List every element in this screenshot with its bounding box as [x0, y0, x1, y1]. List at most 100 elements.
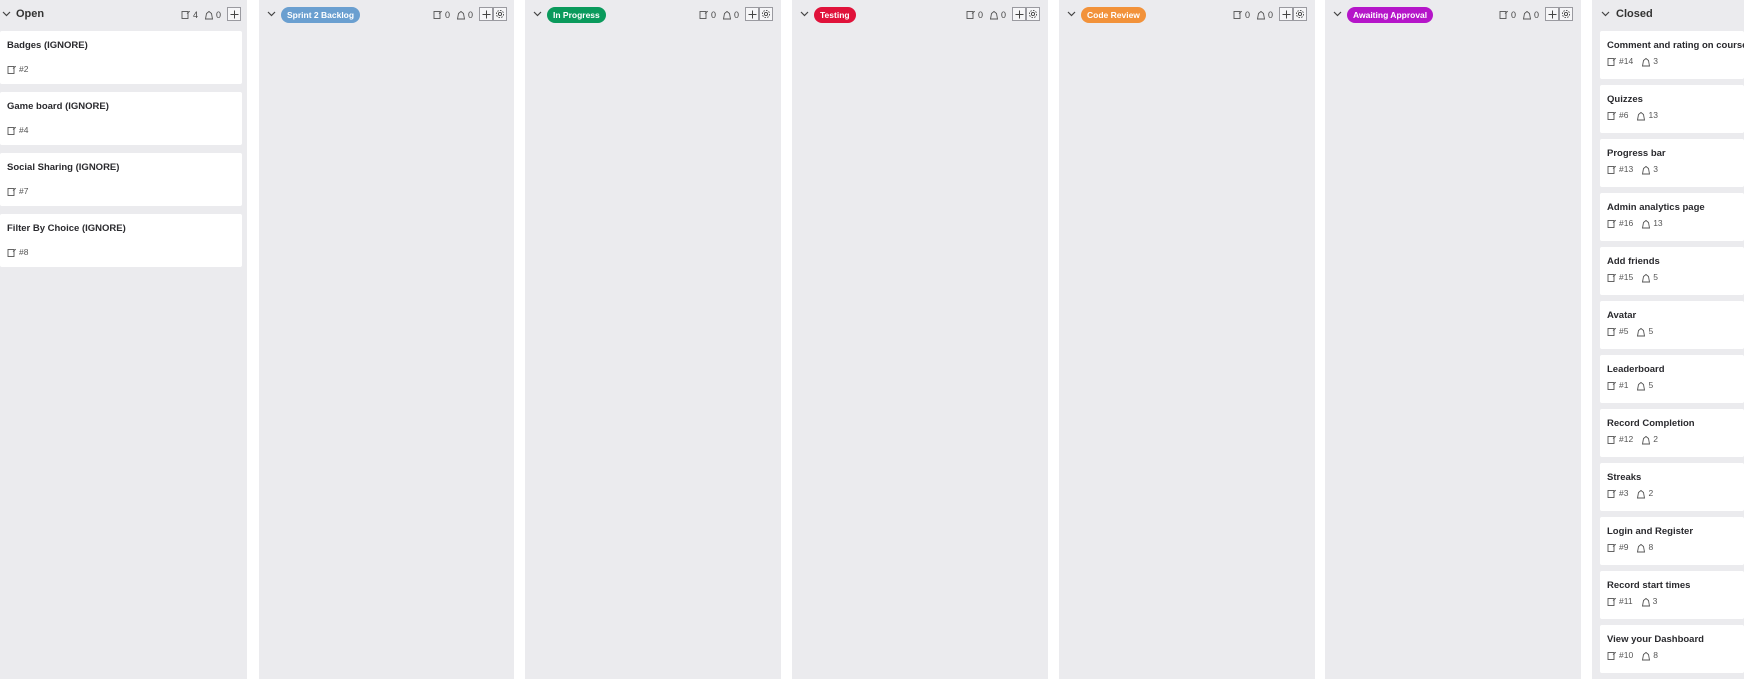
column-testing: Testing 0 0: [792, 0, 1048, 679]
chevron-down-icon[interactable]: [266, 8, 277, 19]
gear-icon[interactable]: [1026, 7, 1040, 21]
gear-icon[interactable]: [493, 7, 507, 21]
column-header: Code Review 0 0: [1059, 0, 1315, 30]
issue-number: #9: [1619, 542, 1629, 552]
column-label-pill: Code Review: [1081, 7, 1146, 23]
issue-card[interactable]: Avatar #5 5: [1600, 301, 1744, 349]
issue-title[interactable]: Quizzes: [1607, 94, 1643, 105]
merge-request-icon: [989, 10, 999, 20]
issue-title[interactable]: Social Sharing (IGNORE): [7, 162, 119, 173]
issue-icon: [966, 10, 976, 20]
issue-title[interactable]: Avatar: [1607, 310, 1636, 321]
issue-card[interactable]: Login and Register #9 8: [1600, 517, 1744, 565]
chevron-down-icon[interactable]: [799, 8, 810, 19]
issue-card[interactable]: Comment and rating on course #14 3: [1600, 31, 1744, 79]
gear-icon[interactable]: [1293, 7, 1307, 21]
issue-title[interactable]: View your Dashboard: [1607, 634, 1704, 645]
issue-card[interactable]: Admin analytics page #16 13: [1600, 193, 1744, 241]
issue-card[interactable]: Filter By Choice (IGNORE) #8: [0, 214, 242, 267]
issue-card[interactable]: Badges (IGNORE) #2: [0, 31, 242, 84]
weight-icon: [1641, 57, 1651, 67]
issue-title[interactable]: Leaderboard: [1607, 364, 1665, 375]
issue-weight: 13: [1648, 110, 1658, 120]
issue-title[interactable]: Comment and rating on course: [1607, 40, 1744, 51]
issue-title[interactable]: Add friends: [1607, 256, 1660, 267]
issue-card[interactable]: View your Dashboard #10 8: [1600, 625, 1744, 673]
issue-card[interactable]: Quizzes #6 13: [1600, 85, 1744, 133]
issue-card[interactable]: Record Completion #12 2: [1600, 409, 1744, 457]
add-card-button[interactable]: [1545, 7, 1559, 21]
issue-title[interactable]: Login and Register: [1607, 526, 1693, 537]
issue-title[interactable]: Admin analytics page: [1607, 202, 1705, 213]
issue-meta: #9 8: [1607, 542, 1653, 553]
issue-meta: #16 13: [1607, 218, 1663, 229]
add-card-button[interactable]: [1012, 7, 1026, 21]
add-card-button[interactable]: [227, 7, 241, 21]
column-label-pill: Sprint 2 Backlog: [281, 7, 361, 23]
issues-count: 0: [978, 10, 984, 20]
issue-title[interactable]: Game board (IGNORE): [7, 101, 109, 112]
gear-icon[interactable]: [1559, 7, 1573, 21]
add-card-button[interactable]: [479, 7, 493, 21]
issue-card[interactable]: Social Sharing (IGNORE) #7: [0, 153, 242, 206]
chevron-down-icon[interactable]: [1, 8, 12, 19]
chevron-down-icon[interactable]: [1332, 8, 1343, 19]
column-label-pill: Testing: [814, 7, 856, 23]
issue-number: #2: [19, 64, 29, 74]
weight-icon: [1636, 111, 1646, 121]
issue-number: #1: [1619, 380, 1629, 390]
issues-count: 0: [711, 10, 717, 20]
issue-icon: [699, 10, 709, 20]
chevron-down-icon[interactable]: [1600, 8, 1611, 19]
issue-number: #10: [1619, 650, 1634, 660]
issue-title[interactable]: Streaks: [1607, 472, 1641, 483]
column-counts: 0 0: [699, 9, 745, 21]
chevron-down-icon[interactable]: [532, 8, 543, 19]
weight-icon: [1641, 165, 1651, 175]
issue-icon: [7, 65, 17, 75]
issue-weight: 3: [1653, 56, 1658, 66]
column-awaiting-approval: Awaiting Approval 0 0: [1325, 0, 1581, 679]
chevron-down-icon[interactable]: [1066, 8, 1077, 19]
issue-title[interactable]: Progress bar: [1607, 148, 1666, 159]
issue-icon: [1607, 543, 1617, 553]
issue-title[interactable]: Badges (IGNORE): [7, 40, 88, 51]
pr-count: 0: [468, 10, 474, 20]
issue-icon: [7, 187, 17, 197]
issue-icon: [7, 248, 17, 258]
weight-icon: [1641, 651, 1651, 661]
column-header: Sprint 2 Backlog 0 0: [259, 0, 514, 30]
column-sprint2-backlog: Sprint 2 Backlog 0 0: [259, 0, 514, 679]
issue-card[interactable]: Game board (IGNORE) #4: [0, 92, 242, 145]
column-label-pill: In Progress: [547, 7, 606, 23]
issue-icon: [1233, 10, 1243, 20]
issue-card[interactable]: Progress bar #13 3: [1600, 139, 1744, 187]
issue-title[interactable]: Filter By Choice (IGNORE): [7, 223, 126, 234]
issue-card[interactable]: Record start times #11 3: [1600, 571, 1744, 619]
weight-icon: [1636, 543, 1646, 553]
column-header: Open 4 0: [0, 0, 247, 30]
weight-icon: [1636, 327, 1646, 337]
pr-count: 0: [734, 10, 740, 20]
pr-count: 0: [1534, 10, 1540, 20]
issue-number: #3: [1619, 488, 1629, 498]
weight-icon: [1636, 489, 1646, 499]
column-counts: 0 0: [1499, 9, 1545, 21]
issue-icon: [7, 126, 17, 136]
issue-weight: 13: [1653, 218, 1663, 228]
issue-title[interactable]: Record Completion: [1607, 418, 1695, 429]
weight-icon: [1641, 273, 1651, 283]
add-card-button[interactable]: [745, 7, 759, 21]
issue-title[interactable]: Record start times: [1607, 580, 1690, 591]
issue-card[interactable]: Leaderboard #1 5: [1600, 355, 1744, 403]
board: Open 4 0 Sprint 2 Backlog 0 0 In Progres…: [0, 0, 1744, 679]
issue-icon: [1607, 165, 1617, 175]
add-card-button[interactable]: [1279, 7, 1293, 21]
issue-card[interactable]: Streaks #3 2: [1600, 463, 1744, 511]
issue-meta: #8: [7, 247, 28, 258]
issue-icon: [1607, 327, 1617, 337]
gear-icon[interactable]: [759, 7, 773, 21]
weight-icon: [1641, 435, 1651, 445]
column-header: Closed: [1592, 0, 1744, 30]
issue-card[interactable]: Add friends #15 5: [1600, 247, 1744, 295]
